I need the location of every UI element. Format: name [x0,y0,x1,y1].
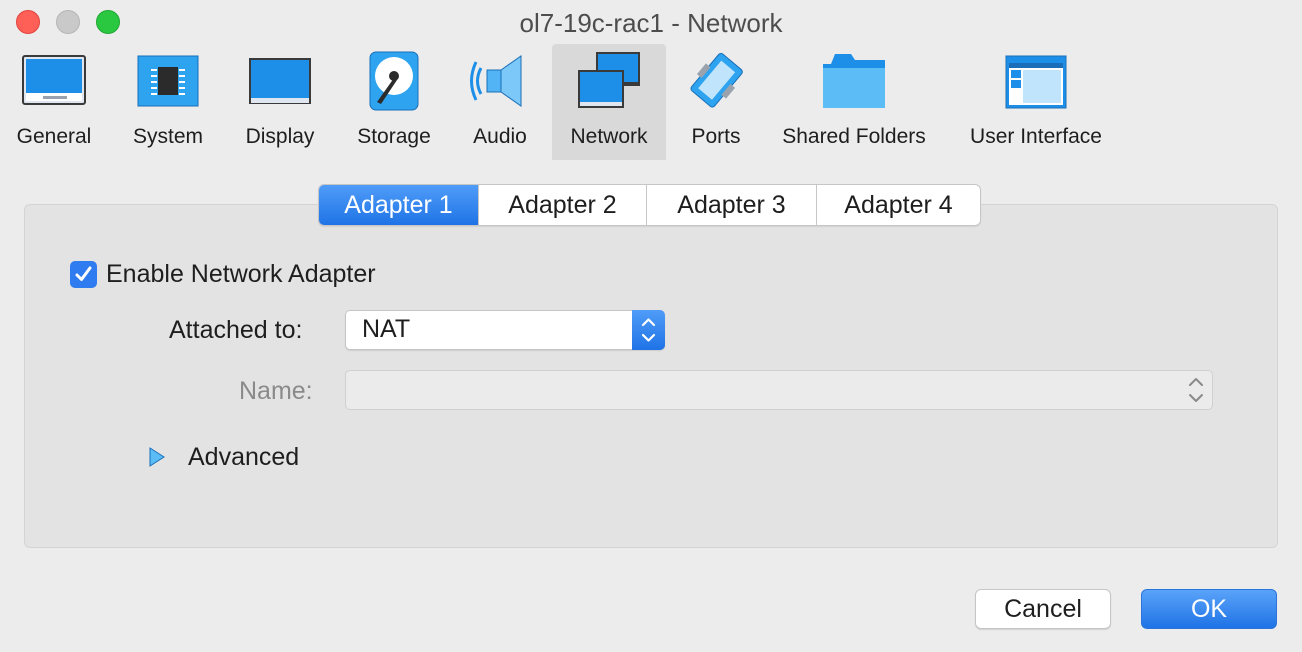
enable-network-adapter-checkbox[interactable] [70,261,97,288]
toolbar-item-general[interactable]: General [8,44,100,160]
tab-adapter-1[interactable]: Adapter 1 [319,185,478,225]
toolbar-item-system[interactable]: System [120,44,216,160]
toolbar-item-display[interactable]: Display [234,44,326,160]
advanced-label[interactable]: Advanced [188,443,299,472]
toolbar-item-network[interactable]: Network [552,44,666,160]
cancel-button[interactable]: Cancel [975,589,1111,629]
name-label: Name: [239,377,313,405]
toolbar-item-ports[interactable]: Ports [676,44,756,160]
attached-to-select[interactable]: NAT [345,310,665,350]
name-select[interactable] [345,370,1213,410]
tab-adapter-2[interactable]: Adapter 2 [478,185,646,225]
tab-adapter-4[interactable]: Adapter 4 [816,185,980,225]
disclosure-triangle-icon[interactable] [148,446,166,468]
select-stepper [632,310,665,350]
ok-button[interactable]: OK [1141,589,1277,629]
ports-connector-icon [690,52,743,108]
adapter-tabs: Adapter 1 Adapter 2 Adapter 3 Adapter 4 [318,184,981,226]
window-title: ol7-19c-rac1 - Network [519,8,783,38]
checkmark-icon [75,266,92,281]
display-monitor-icon [249,58,311,104]
enable-network-adapter-label[interactable]: Enable Network Adapter [106,260,376,289]
network-icon [578,52,640,108]
title-bar: ol7-19c-rac1 - Network [0,0,1302,44]
toolbar-item-storage[interactable]: Storage [346,44,442,160]
tab-adapter-3[interactable]: Adapter 3 [646,185,816,225]
network-settings-window: ol7-19c-rac1 - Network General System Di… [0,0,1302,652]
toolbar-item-audio[interactable]: Audio [460,44,540,160]
system-chip-icon [137,55,199,107]
toolbar-item-user-interface[interactable]: User Interface [956,44,1116,160]
attached-to-label: Attached to: [169,316,303,344]
toolbar-item-shared-folders[interactable]: Shared Folders [772,44,936,160]
chevron-up-down-icon [641,318,656,342]
user-interface-window-icon [1005,55,1067,109]
chevron-up-down-icon [1189,378,1203,402]
folder-icon [823,54,885,108]
audio-speaker-icon [470,55,522,107]
settings-toolbar: General System Display Storage Audio Net… [0,44,1302,160]
general-icon [22,55,86,105]
attached-to-value: NAT [362,315,411,343]
storage-disk-icon [369,51,419,111]
